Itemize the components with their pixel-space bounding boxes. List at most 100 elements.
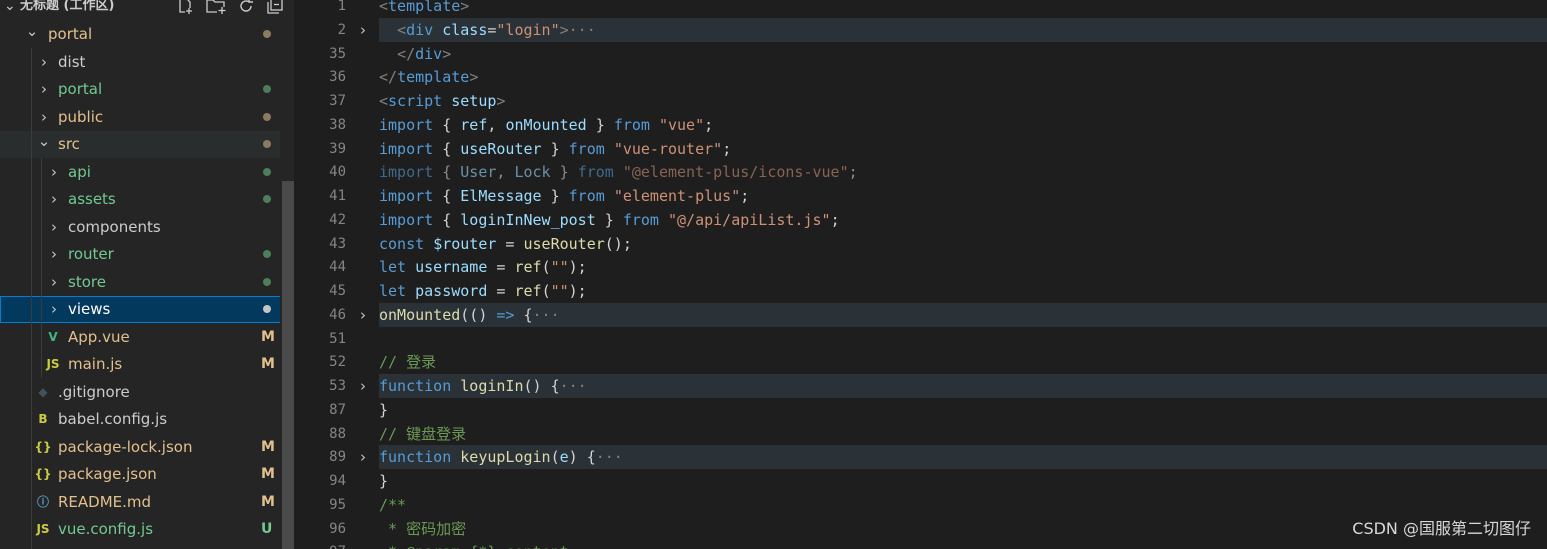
chevron-right-icon[interactable]: › xyxy=(37,76,51,103)
tree-folder-public[interactable]: › public xyxy=(0,104,294,131)
babel-icon: B xyxy=(38,412,48,426)
tree-file-app-vue[interactable]: V App.vue M xyxy=(0,324,294,351)
code-line[interactable]: 1 <template> xyxy=(294,0,1547,18)
chevron-down-icon[interactable]: ⌄ xyxy=(4,0,16,15)
chevron-right-icon[interactable]: › xyxy=(47,241,61,268)
line-number: 1 xyxy=(337,0,346,14)
git-status-dot xyxy=(263,277,271,286)
tree-folder-dist[interactable]: › dist xyxy=(0,49,294,76)
code-line[interactable]: 38 import { ref, onMounted } from "vue"; xyxy=(294,113,1547,137)
git-status-badge: M xyxy=(261,493,275,510)
code-line[interactable]: 89 › function keyupLogin(e) {··· xyxy=(294,445,1547,470)
fold-chevron-icon[interactable]: › xyxy=(356,374,370,398)
workspace-header[interactable]: ⌄ 无标题 (工作区) xyxy=(0,0,294,18)
chevron-right-icon[interactable]: › xyxy=(47,269,61,296)
code-line[interactable]: 39 import { useRouter } from "vue-router"… xyxy=(294,137,1547,161)
git-status-badge: M xyxy=(261,328,275,345)
chevron-right-icon[interactable]: › xyxy=(37,104,51,131)
code-line[interactable]: 37 <script setup> xyxy=(294,89,1547,113)
code-text: import { loginInNew_post } from "@/api/a… xyxy=(379,210,840,229)
code-text: <div class="login">··· xyxy=(397,20,596,39)
fold-chevron-icon[interactable]: › xyxy=(356,18,370,42)
tree-file-gitignore[interactable]: ◆ .gitignore xyxy=(0,379,294,406)
refresh-icon[interactable] xyxy=(237,0,255,19)
line-number: 40 xyxy=(329,164,346,181)
tree-folder-portal[interactable]: ⌄ portal xyxy=(0,21,294,48)
js-icon: JS xyxy=(36,522,50,536)
code-text: * @param {*} content xyxy=(379,540,569,549)
code-editor[interactable]: 1 <template> 2 › <div class="login">··· 35 <… xyxy=(294,0,1547,549)
code-line[interactable]: 2 › <div class="login">··· xyxy=(294,17,1547,42)
code-line[interactable]: 87} xyxy=(294,398,1547,422)
line-number: 87 xyxy=(329,401,346,418)
code-line[interactable]: 94} xyxy=(294,469,1547,493)
line-number: 97 xyxy=(294,540,346,549)
git-status-dot xyxy=(263,140,271,148)
code-text: /** xyxy=(379,495,407,514)
tree-item-label: src xyxy=(58,135,80,153)
tree-item-label: router xyxy=(68,245,114,263)
tree-folder-api[interactable]: › api xyxy=(0,159,294,186)
new-folder-icon[interactable] xyxy=(206,0,226,19)
chevron-right-icon[interactable]: › xyxy=(47,214,61,241)
line-number: 39 xyxy=(329,140,346,157)
code-line[interactable]: 52 // 登录 xyxy=(294,350,1547,374)
tree-file-package-json[interactable]: {} package.json M xyxy=(0,461,294,488)
tree-item-label: package-lock.json xyxy=(58,437,193,456)
workspace-title: 无标题 (工作区) xyxy=(20,0,115,13)
chevron-down-icon[interactable]: ⌄ xyxy=(25,21,39,48)
code-line[interactable]: 42 import { loginInNew_post } from "@/api… xyxy=(294,208,1547,232)
tree-folder-src[interactable]: ⌄ src xyxy=(0,131,294,158)
fold-chevron-icon[interactable]: › xyxy=(356,303,370,327)
code-line[interactable]: 88 // 键盘登录 xyxy=(294,422,1547,446)
code-line[interactable]: 45 let password = ref(""); xyxy=(294,279,1547,303)
code-line[interactable]: 97 * @param {*} content xyxy=(294,540,1547,549)
code-line[interactable]: 46 › onMounted(() => {··· xyxy=(294,302,1547,327)
git-status-dot xyxy=(263,30,271,38)
git-status-dot xyxy=(263,195,271,203)
git-status-dot xyxy=(263,85,271,93)
tree-folder-assets[interactable]: › assets xyxy=(0,186,294,213)
line-number: 35 xyxy=(329,45,346,62)
fold-chevron-icon[interactable]: › xyxy=(356,445,370,469)
line-number: 46 xyxy=(329,306,346,323)
tree-folder-store[interactable]: › store xyxy=(0,269,294,296)
tree-item-label: components xyxy=(68,217,161,236)
git-status-badge: U xyxy=(261,521,273,537)
git-status-badge: M xyxy=(261,466,275,482)
tree-file-vue-config-js[interactable]: JS vue.config.js U xyxy=(0,516,294,543)
code-line[interactable]: 44 let username = ref(""); xyxy=(294,255,1547,279)
new-file-icon[interactable] xyxy=(176,0,194,19)
chevron-right-icon[interactable]: › xyxy=(47,159,61,186)
tree-folder-portal[interactable]: › portal xyxy=(0,76,294,103)
sidebar-scrollbar-thumb[interactable] xyxy=(282,181,294,549)
chevron-right-icon[interactable]: › xyxy=(47,186,61,213)
tree-item-label: package.json xyxy=(58,465,157,483)
chevron-right-icon[interactable]: › xyxy=(37,49,51,76)
tree-file-babel-config-js[interactable]: Bbabel.config.js xyxy=(0,406,294,433)
tree-folder-components[interactable]: › components xyxy=(0,214,294,241)
line-number: 44 xyxy=(329,259,346,276)
line-number: 53 xyxy=(329,378,346,394)
git-status-badge: M xyxy=(261,438,275,455)
code-line[interactable]: 43 const $router = useRouter(); xyxy=(294,232,1547,256)
code-line[interactable]: 95 /** xyxy=(294,493,1547,517)
chevron-right-icon[interactable]: › xyxy=(47,296,61,323)
tree-file-main-js[interactable]: JS main.js M xyxy=(0,351,294,378)
tree-file-package-lock-json[interactable]: {} package-lock.json M xyxy=(0,434,294,461)
code-line[interactable]: 53 › function loginIn() {··· xyxy=(294,374,1547,398)
tree-file-readme-md[interactable]: ⓘ README.md M xyxy=(0,489,294,516)
code-line[interactable]: 36 </template> xyxy=(294,65,1547,89)
line-number: 95 xyxy=(329,496,346,513)
collapse-all-icon[interactable] xyxy=(266,0,284,19)
tree-folder-views[interactable]: › views xyxy=(0,296,294,323)
code-text: function keyupLogin(e) {··· xyxy=(379,448,623,467)
code-line[interactable]: 35 </div> xyxy=(294,42,1547,66)
code-text: </div> xyxy=(397,44,452,63)
chevron-down-icon[interactable]: ⌄ xyxy=(37,131,51,158)
code-line[interactable]: 51 xyxy=(294,327,1547,351)
code-line[interactable]: 41 import { ElMessage } from "element-plu… xyxy=(294,184,1547,208)
json-icon: {} xyxy=(34,467,52,481)
code-line[interactable]: 40 import { User, Lock } from "@element-p… xyxy=(294,160,1547,184)
tree-folder-router[interactable]: › router xyxy=(0,241,294,268)
